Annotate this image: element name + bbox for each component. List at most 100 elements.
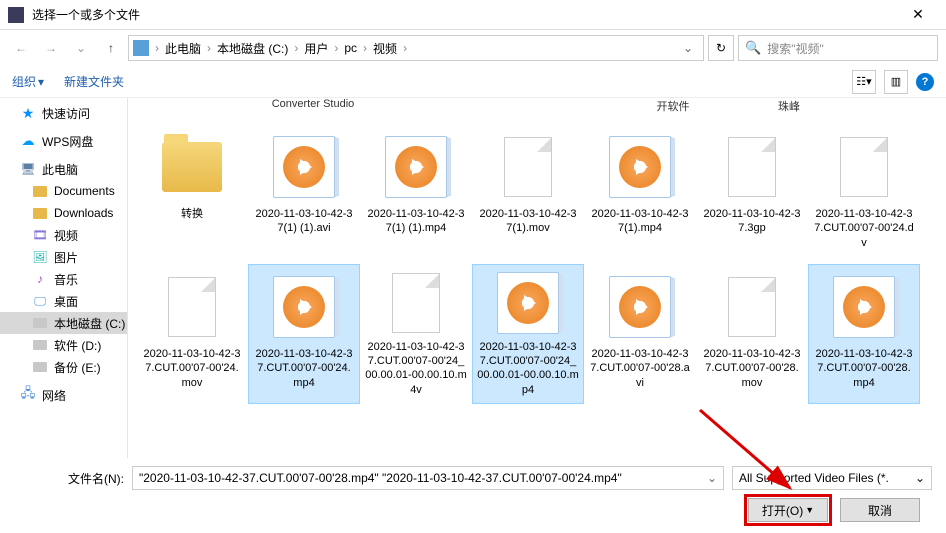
file-thumbnail [492, 131, 564, 203]
sidebar-desktop[interactable]: 🖵桌面 [0, 290, 127, 312]
sidebar-wps[interactable]: ☁WPS网盘 [0, 130, 127, 152]
breadcrumb-segment[interactable]: 本地磁盘 (C:) [213, 40, 292, 57]
file-item[interactable]: 2020-11-03-10-42-37(1).mp4 [584, 124, 696, 264]
file-item[interactable]: 2020-11-03-10-42-37.CUT.00'07-00'24.mov [136, 264, 248, 404]
pc-icon: 🖥 [20, 161, 36, 177]
chevron-down-icon: ▾ [866, 75, 872, 88]
breadcrumb-segment[interactable]: 用户 [300, 40, 332, 57]
file-thumbnail [380, 271, 452, 336]
file-thumbnail [156, 271, 228, 343]
file-thumbnail [604, 271, 676, 343]
chevron-right-icon: › [363, 41, 367, 55]
back-button[interactable]: ← [8, 35, 34, 61]
close-button[interactable]: ✕ [898, 0, 938, 30]
up-button[interactable]: ↑ [98, 35, 124, 61]
address-bar: ← → ⌄ ↑ › 此电脑 › 本地磁盘 (C:) › 用户 › pc › 视频… [0, 30, 946, 66]
file-thumbnail [492, 271, 564, 336]
file-thumbnail [716, 131, 788, 203]
star-icon: ★ [20, 105, 36, 121]
folder-icon [32, 205, 48, 221]
sidebar-documents[interactable]: Documents [0, 180, 127, 202]
sidebar-downloads[interactable]: Downloads [0, 202, 127, 224]
sidebar-drive-c[interactable]: 本地磁盘 (C:) [0, 312, 127, 334]
open-button[interactable]: 打开(O) ▼ [748, 498, 828, 522]
sidebar-video[interactable]: 🎞视频 [0, 224, 127, 246]
chevron-down-icon: ⌄ [915, 471, 925, 485]
file-label: 2020-11-03-10-42-37(1).mp4 [587, 207, 693, 236]
breadcrumb[interactable]: › 此电脑 › 本地磁盘 (C:) › 用户 › pc › 视频 › ⌄ [128, 35, 704, 61]
refresh-button[interactable]: ↻ [708, 35, 734, 61]
file-item[interactable]: 2020-11-03-10-42-37(1) (1).mp4 [360, 124, 472, 264]
forward-button[interactable]: → [38, 35, 64, 61]
file-thumbnail [828, 271, 900, 343]
sidebar-this-pc[interactable]: 🖥此电脑 [0, 158, 127, 180]
sidebar-quick-access[interactable]: ★快速访问 [0, 102, 127, 124]
file-item[interactable]: 2020-11-03-10-42-37.CUT.00'07-00'28.avi [584, 264, 696, 404]
location-icon [133, 40, 149, 56]
preview-pane-button[interactable]: ▥ [884, 70, 908, 94]
new-folder-button[interactable]: 新建文件夹 [64, 73, 124, 90]
breadcrumb-segment[interactable]: 视频 [369, 40, 401, 57]
bottom-bar: 文件名(N): "2020-11-03-10-42-37.CUT.00'07-0… [0, 458, 946, 530]
recent-dropdown[interactable]: ⌄ [68, 35, 94, 61]
file-list[interactable]: Converter Studio 开软件 珠峰 转换2020-11-03-10-… [128, 98, 946, 458]
sidebar-music[interactable]: ♪音乐 [0, 268, 127, 290]
title-bar: 选择一个或多个文件 ✕ [0, 0, 946, 30]
breadcrumb-dropdown[interactable]: ⌄ [677, 41, 699, 55]
file-label: 2020-11-03-10-42-37.CUT.00'07-00'24.mp4 [251, 347, 357, 390]
file-thumbnail [268, 271, 340, 343]
file-thumbnail [828, 131, 900, 203]
desktop-icon: 🖵 [32, 293, 48, 309]
breadcrumb-segment[interactable]: 此电脑 [161, 40, 205, 57]
file-item[interactable]: 2020-11-03-10-42-37.CUT.00'07-00'24.mp4 [248, 264, 360, 404]
file-item[interactable]: 2020-11-03-10-42-37(1).mov [472, 124, 584, 264]
search-input[interactable]: 🔍 搜索"视频" [738, 35, 938, 61]
file-thumbnail [380, 131, 452, 203]
file-label: 2020-11-03-10-42-37.CUT.00'07-00'24_00.0… [363, 340, 469, 397]
label-fragment: Converter Studio [258, 98, 368, 110]
filename-label: 文件名(N): [14, 470, 124, 487]
file-label: 2020-11-03-10-42-37(1).mov [475, 207, 581, 236]
file-item[interactable]: 转换 [136, 124, 248, 264]
filetype-filter[interactable]: All Supported Video Files (*. ⌄ [732, 466, 932, 490]
file-label: 2020-11-03-10-42-37.CUT.00'07-00'28.mov [699, 347, 805, 390]
file-item[interactable]: 2020-11-03-10-42-37.CUT.00'07-00'28.mp4 [808, 264, 920, 404]
filename-input[interactable]: "2020-11-03-10-42-37.CUT.00'07-00'28.mp4… [132, 466, 724, 490]
video-icon: 🎞 [32, 227, 48, 243]
folder-icon [32, 183, 48, 199]
chevron-right-icon: › [155, 41, 159, 55]
file-thumbnail [268, 131, 340, 203]
file-label: 2020-11-03-10-42-37.CUT.00'07-00'28.mp4 [811, 347, 917, 390]
cancel-button[interactable]: 取消 [840, 498, 920, 522]
file-thumbnail [156, 131, 228, 203]
main-area: ★快速访问 ☁WPS网盘 🖥此电脑 Documents Downloads 🎞视… [0, 98, 946, 458]
chevron-down-icon: ▾ [38, 75, 44, 89]
file-label: 2020-11-03-10-42-37.CUT.00'07-00'24.mov [139, 347, 245, 390]
file-item[interactable]: 2020-11-03-10-42-37.CUT.00'07-00'24_00.0… [360, 264, 472, 404]
window-title: 选择一个或多个文件 [32, 6, 898, 23]
file-item[interactable]: 2020-11-03-10-42-37.CUT.00'07-00'28.mov [696, 264, 808, 404]
file-label: 转换 [179, 207, 205, 221]
filename-value: "2020-11-03-10-42-37.CUT.00'07-00'28.mp4… [139, 471, 622, 485]
file-item[interactable]: 2020-11-03-10-42-37(1) (1).avi [248, 124, 360, 264]
file-item[interactable]: 2020-11-03-10-42-37.CUT.00'07-00'24.dv [808, 124, 920, 264]
breadcrumb-segment[interactable]: pc [340, 41, 361, 55]
file-label: 2020-11-03-10-42-37(1) (1).avi [251, 207, 357, 236]
network-icon: 🖧 [20, 387, 36, 403]
file-label: 2020-11-03-10-42-37.3gp [699, 207, 805, 236]
file-item[interactable]: 2020-11-03-10-42-37.3gp [696, 124, 808, 264]
sidebar-pictures[interactable]: 🖼图片 [0, 246, 127, 268]
help-icon[interactable]: ? [916, 73, 934, 91]
sidebar-drive-d[interactable]: 软件 (D:) [0, 334, 127, 356]
file-label: 2020-11-03-10-42-37.CUT.00'07-00'28.avi [587, 347, 693, 390]
chevron-right-icon: › [334, 41, 338, 55]
sidebar-network[interactable]: 🖧网络 [0, 384, 127, 406]
file-item[interactable]: 2020-11-03-10-42-37.CUT.00'07-00'24_00.0… [472, 264, 584, 404]
organize-menu[interactable]: 组织 ▾ [12, 73, 44, 90]
chevron-down-icon[interactable]: ⌄ [707, 471, 717, 485]
file-thumbnail [604, 131, 676, 203]
sidebar-drive-e[interactable]: 备份 (E:) [0, 356, 127, 378]
view-mode-button[interactable]: ☷ ▾ [852, 70, 876, 94]
chevron-right-icon: › [403, 41, 407, 55]
file-label: 2020-11-03-10-42-37(1) (1).mp4 [363, 207, 469, 236]
